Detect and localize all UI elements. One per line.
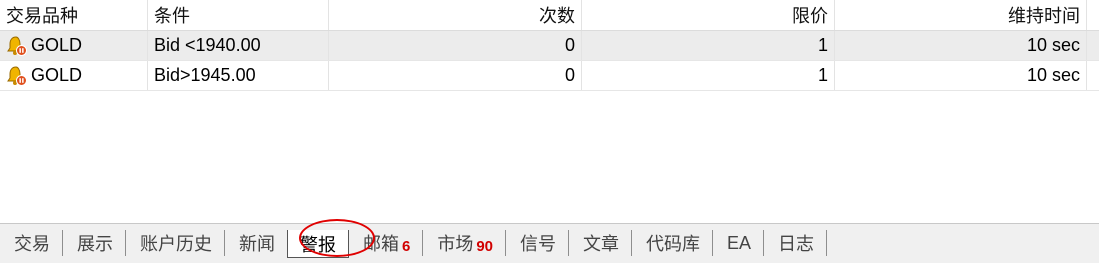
column-header-symbol[interactable]: 交易品种 (0, 0, 148, 30)
tab-market[interactable]: 市场 90 (423, 230, 507, 256)
column-header-count[interactable]: 次数 (329, 0, 582, 30)
condition-cell: Bid <1940.00 (148, 31, 329, 60)
tab-account-history[interactable]: 账户历史 (126, 230, 225, 256)
alert-bell-icon (7, 65, 27, 86)
tab-label: 账户历史 (140, 234, 212, 254)
tab-label: 新闻 (239, 234, 275, 254)
symbol-cell: GOLD (0, 31, 148, 60)
limit-cell: 1 (582, 31, 835, 60)
tab-articles[interactable]: 文章 (569, 230, 633, 256)
tab-label: 展示 (77, 234, 113, 254)
tab-label: 警报 (300, 234, 336, 255)
tab-trade[interactable]: 交易 (0, 230, 63, 256)
tab-mailbox[interactable]: 邮箱 6 (349, 230, 424, 256)
tab-code-base[interactable]: 代码库 (632, 230, 714, 256)
alerts-window: 交易品种 条件 次数 限价 维持时间 GOLD Bid <1940.00 0 1 (0, 0, 1099, 263)
tab-exposure[interactable]: 展示 (63, 230, 126, 256)
duration-cell: 10 sec (835, 31, 1087, 60)
tab-label: 邮箱 (363, 234, 399, 254)
symbol-text: GOLD (31, 65, 83, 85)
tab-strip: 交易 展示 账户历史 新闻 警报 邮箱 6 市场 90 信号 文章 代码库 EA… (0, 227, 828, 259)
table-header: 交易品种 条件 次数 限价 维持时间 (0, 0, 1099, 31)
filler-cell (1087, 31, 1099, 60)
tab-label: 交易 (14, 234, 50, 254)
column-header-condition[interactable]: 条件 (148, 0, 329, 30)
tab-label: 文章 (583, 234, 620, 254)
tab-label: EA (727, 232, 752, 253)
symbol-text: GOLD (31, 35, 83, 55)
condition-cell: Bid>1945.00 (148, 61, 329, 90)
tab-label: 市场 (437, 234, 474, 254)
market-count-badge: 90 (476, 237, 494, 255)
tab-label: 日志 (778, 234, 815, 254)
limit-cell: 1 (582, 61, 835, 90)
count-cell: 0 (329, 61, 582, 90)
column-header-duration[interactable]: 维持时间 (835, 0, 1087, 30)
filler-cell (1087, 61, 1099, 90)
tab-journal[interactable]: 日志 (764, 230, 828, 256)
table-row[interactable]: GOLD Bid>1945.00 0 1 10 sec (0, 61, 1099, 91)
column-header-limit[interactable]: 限价 (582, 0, 835, 30)
tab-alerts[interactable]: 警报 (287, 230, 349, 258)
tab-news[interactable]: 新闻 (225, 230, 288, 256)
alert-bell-icon (7, 35, 27, 56)
bottom-tab-bar: 交易 展示 账户历史 新闻 警报 邮箱 6 市场 90 信号 文章 代码库 EA… (0, 223, 1099, 263)
mailbox-count-badge: 6 (402, 237, 411, 255)
duration-cell: 10 sec (835, 61, 1087, 90)
column-header-filler (1087, 0, 1099, 30)
count-cell: 0 (329, 31, 582, 60)
tab-signals[interactable]: 信号 (506, 230, 570, 256)
tab-label: 代码库 (646, 234, 701, 254)
alerts-table: 交易品种 条件 次数 限价 维持时间 GOLD Bid <1940.00 0 1 (0, 0, 1099, 91)
tab-label: 信号 (520, 234, 557, 254)
tab-experts[interactable]: EA (713, 230, 765, 256)
symbol-cell: GOLD (0, 61, 148, 90)
table-row[interactable]: GOLD Bid <1940.00 0 1 10 sec (0, 31, 1099, 61)
